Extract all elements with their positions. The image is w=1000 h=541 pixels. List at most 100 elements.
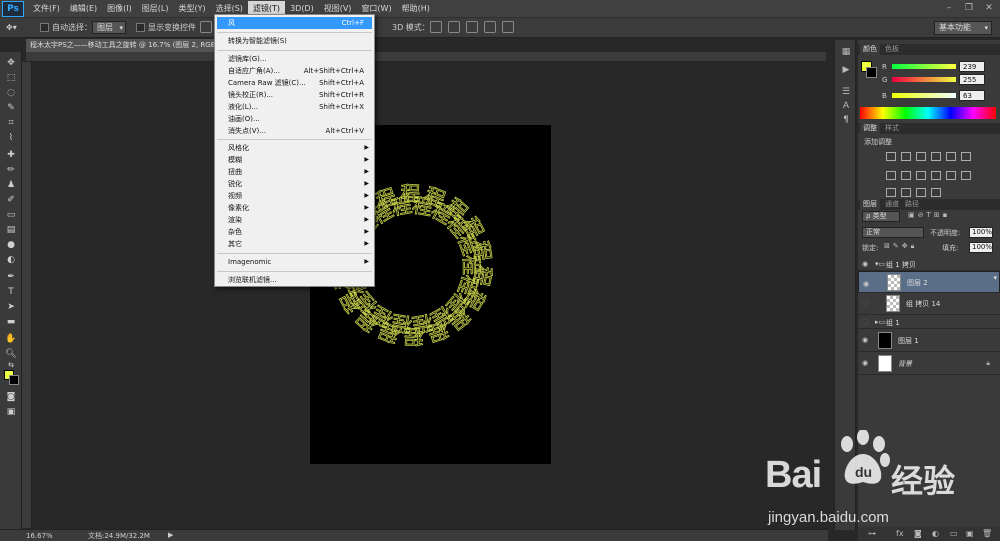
link-layers-icon[interactable]: ⊶ xyxy=(868,529,876,538)
lock-icons[interactable]: ⊠✎✥🔒︎ xyxy=(884,242,917,251)
eraser-tool-icon[interactable]: ▭ xyxy=(3,208,19,222)
adjustment-icon[interactable] xyxy=(931,152,941,161)
layer-filter-icons[interactable]: ▣⊘T⊞▪ xyxy=(908,211,950,219)
filter-menu-pixelate[interactable]: 像素化 ▶ xyxy=(217,202,372,214)
adjustment-icon[interactable] xyxy=(931,171,941,180)
layer-row[interactable]: ▢ 组 拷贝 14 xyxy=(858,293,1000,315)
adjustment-icon[interactable] xyxy=(916,152,926,161)
screen-mode-icon[interactable]: ▣ xyxy=(3,405,19,419)
lasso-tool-icon[interactable]: ◌ xyxy=(3,86,19,100)
move-tool-preset-icon[interactable]: ✥▾ xyxy=(6,21,17,35)
filter-menu-stylize[interactable]: 风格化 ▶ xyxy=(217,142,372,154)
scale-3d-icon[interactable] xyxy=(502,21,514,33)
menu-help[interactable]: 帮助(H) xyxy=(397,1,435,17)
restore-icon[interactable]: ❐ xyxy=(962,1,976,15)
pen-tool-icon[interactable]: ✒ xyxy=(3,270,19,284)
show-transform-check-icon[interactable] xyxy=(136,23,145,32)
crop-tool-icon[interactable]: ⌗ xyxy=(3,116,19,130)
opacity-input[interactable]: 100% xyxy=(969,227,993,238)
dodge-tool-icon[interactable]: ◐ xyxy=(3,253,19,267)
rectangle-tool-icon[interactable]: ▬ xyxy=(3,315,19,329)
red-slider[interactable]: R 239 xyxy=(858,61,1000,74)
tab-styles[interactable]: 样式 xyxy=(882,123,902,134)
green-track[interactable] xyxy=(892,77,956,82)
zoom-level[interactable]: 16.67% xyxy=(26,530,53,541)
fill-input[interactable]: 100% xyxy=(969,242,993,253)
quick-mask-icon[interactable]: ◙ xyxy=(3,390,19,404)
auto-select-value[interactable]: 图层 xyxy=(92,21,126,34)
filter-menu-gallery[interactable]: 滤镜库(G)... xyxy=(217,53,372,65)
layer-filter-dropdown[interactable]: ρ 类型 xyxy=(862,211,900,222)
clone-stamp-icon[interactable]: ♟ xyxy=(3,178,19,192)
adjustment-icon[interactable] xyxy=(961,171,971,180)
filter-menu-camera-raw[interactable]: Camera Raw 滤镜(C)... Shift+Ctrl+A xyxy=(217,77,372,89)
auto-select-check-icon[interactable] xyxy=(40,23,49,32)
filter-menu-video[interactable]: 视频 ▶ xyxy=(217,190,372,202)
type-tool-icon[interactable]: T xyxy=(3,285,19,299)
blur-tool-icon[interactable]: ● xyxy=(3,238,19,252)
green-slider[interactable]: G 255 xyxy=(858,74,1000,87)
eye-hidden-icon[interactable]: ▢ xyxy=(862,299,869,307)
blue-slider[interactable]: B 63 xyxy=(858,90,1000,103)
new-group-icon[interactable]: ▭ xyxy=(950,529,958,538)
filter-menu-liquify[interactable]: 液化(L)... Shift+Ctrl+X xyxy=(217,101,372,113)
adjustment-icon[interactable] xyxy=(886,188,896,197)
blue-track[interactable] xyxy=(892,93,956,98)
layer-row[interactable]: ◉ 图层 2 xyxy=(858,271,1000,293)
status-menu-arrow-icon[interactable]: ▶ xyxy=(168,531,173,539)
color-spectrum-bar[interactable] xyxy=(860,107,996,119)
drag-3d-icon[interactable] xyxy=(466,21,478,33)
filter-menu-browse-online[interactable]: 浏览联机滤镜... xyxy=(217,274,372,286)
align-top-icon[interactable] xyxy=(200,21,212,33)
blend-mode-dropdown[interactable]: 正常 xyxy=(862,227,924,238)
hand-tool-icon[interactable]: ✋ xyxy=(3,332,19,346)
tab-channels[interactable]: 通道 xyxy=(882,199,902,210)
roll-3d-icon[interactable] xyxy=(448,21,460,33)
actions-panel-icon[interactable]: ▶ xyxy=(839,64,853,76)
auto-select-dropdown[interactable]: 图层 xyxy=(92,21,126,35)
filter-menu-blur[interactable]: 模糊 ▶ xyxy=(217,154,372,166)
filter-menu-render[interactable]: 渲染 ▶ xyxy=(217,214,372,226)
gradient-tool-icon[interactable]: ▤ xyxy=(3,223,19,237)
tab-swatches[interactable]: 色板 xyxy=(882,44,902,55)
eye-icon[interactable]: ◉ xyxy=(863,278,869,290)
tab-color[interactable]: 颜色 xyxy=(860,44,880,55)
eye-hidden-icon[interactable]: ▢ xyxy=(862,318,869,326)
menu-edit[interactable]: 编辑(E) xyxy=(65,1,102,17)
adjustment-icon[interactable] xyxy=(946,152,956,161)
adjustment-icon[interactable] xyxy=(901,171,911,180)
adjustment-icon[interactable] xyxy=(886,171,896,180)
character-panel-icon[interactable]: A xyxy=(839,100,853,112)
marquee-tool-icon[interactable]: ⬚ xyxy=(3,71,19,85)
layer-row[interactable]: ▢ ▸▭ 组 1 xyxy=(858,317,1000,329)
workspace-dropdown[interactable]: 基本功能 xyxy=(934,21,992,35)
filter-menu-oil-paint[interactable]: 油画(O)... xyxy=(217,113,372,125)
quick-select-tool-icon[interactable]: ✎ xyxy=(3,101,19,115)
adjustment-icon[interactable] xyxy=(961,152,971,161)
layer-row[interactable]: ◉ 图层 1 xyxy=(858,330,1000,352)
filter-menu-last-filter[interactable]: 风 Ctrl+F xyxy=(217,17,372,29)
document-tab[interactable]: 程木太宇PS之——移动工具之旋转 @ 16.7% (图层 2, RGB/8) xyxy=(26,39,216,52)
red-track[interactable] xyxy=(892,64,956,69)
eye-icon[interactable]: ◉ xyxy=(862,260,868,268)
layer-row[interactable]: ◉ 背景 🔒︎ xyxy=(858,353,1000,375)
layer-style-icon[interactable]: fx xyxy=(896,529,904,538)
filter-menu-other[interactable]: 其它 ▶ xyxy=(217,238,372,250)
adjustment-icon[interactable] xyxy=(946,171,956,180)
tab-adjustments[interactable]: 调整 xyxy=(860,123,880,134)
layer-row[interactable]: ◉ ▾▭ 组 1 拷贝 xyxy=(858,259,1000,271)
filter-menu-distort[interactable]: 扭曲 ▶ xyxy=(217,166,372,178)
show-transform-checkbox[interactable]: 显示变换控件 xyxy=(136,21,196,35)
filter-menu-lens-correction[interactable]: 镜头校正(R)... Shift+Ctrl+R xyxy=(217,89,372,101)
path-select-icon[interactable]: ➤ xyxy=(3,300,19,314)
menu-image[interactable]: 图像(I) xyxy=(102,1,137,17)
adjustment-icon[interactable] xyxy=(901,188,911,197)
slide-3d-icon[interactable] xyxy=(484,21,496,33)
eye-icon[interactable]: ◉ xyxy=(862,359,868,367)
paragraph-panel-icon[interactable]: ¶ xyxy=(839,114,853,126)
adjustment-icon[interactable] xyxy=(931,188,941,197)
add-mask-icon[interactable]: ◙ xyxy=(914,529,922,538)
menu-layer[interactable]: 图层(L) xyxy=(137,1,174,17)
tab-layers[interactable]: 图层 xyxy=(860,199,880,210)
close-icon[interactable]: ✕ xyxy=(982,1,996,15)
